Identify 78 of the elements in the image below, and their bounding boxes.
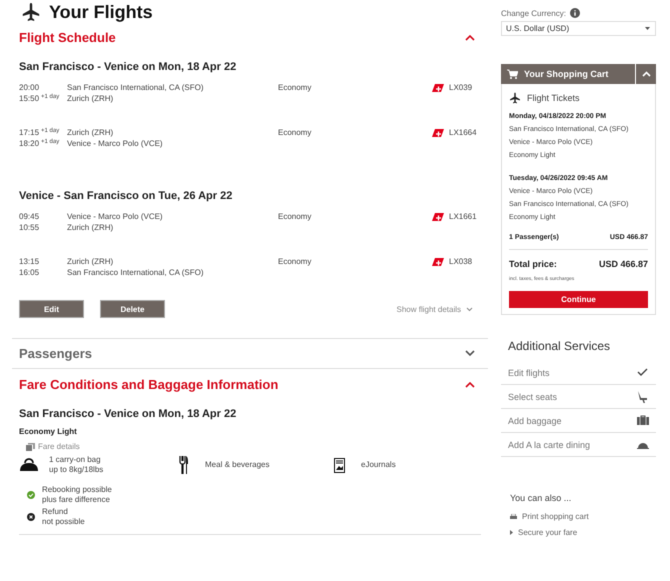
suitcase-icon bbox=[637, 414, 649, 426]
departure-time: 17:15 $^{+1 day}$ bbox=[19, 128, 60, 138]
section-heading[interactable]: Flight Schedule bbox=[19, 30, 116, 44]
side-link[interactable]: Secure your fare bbox=[518, 528, 578, 537]
feature-label: 1 carry-on bag up to 8kg/18lbs bbox=[49, 455, 104, 475]
cutlery-icon bbox=[179, 456, 189, 474]
fare-details-link[interactable]: Fare details bbox=[38, 442, 80, 451]
expand-chevron-icon[interactable] bbox=[465, 350, 475, 357]
arrival-airport: Zurich (ZRH) bbox=[67, 223, 114, 233]
service-item[interactable]: Add A la carte dining bbox=[501, 433, 656, 457]
journey-heading: Venice - San Francisco on Tue, 26 Apr 22 bbox=[19, 190, 234, 202]
cart-title: Your Shopping Cart bbox=[524, 69, 608, 79]
section-heading[interactable]: Fare Conditions and Baggage Information bbox=[19, 376, 278, 392]
journey-heading: San Francisco - Venice on Mon, 18 Apr 22 bbox=[19, 61, 238, 73]
cabin-class: Economy bbox=[278, 128, 312, 139]
continue-button[interactable]: Continue bbox=[509, 291, 648, 308]
edit-button[interactable]: Edit bbox=[19, 300, 84, 318]
dropdown-caret-icon bbox=[645, 27, 650, 30]
service-item[interactable]: Select seats bbox=[501, 385, 656, 409]
flight-number: LX039 bbox=[449, 83, 474, 94]
arrival-airport: Zurich (ZRH) bbox=[67, 94, 114, 104]
arrival-time: 16:05 bbox=[19, 268, 40, 278]
currency-label: Change Currency: bbox=[501, 8, 566, 18]
arrival-airport: San Francisco International, CA (SFO) bbox=[67, 268, 204, 278]
arrival-time: 10:55 bbox=[19, 223, 40, 233]
side-link[interactable]: Print shopping cart bbox=[522, 512, 589, 521]
flight-number: LX1664 bbox=[449, 128, 478, 139]
cart-icon bbox=[507, 69, 518, 79]
seat-icon bbox=[637, 390, 649, 402]
departure-airport: Zurich (ZRH) bbox=[67, 257, 114, 268]
cabin-class: Economy bbox=[278, 257, 312, 268]
checkmark-icon bbox=[637, 366, 649, 378]
airline-logo-icon bbox=[430, 127, 446, 139]
total-label: Total price: bbox=[509, 259, 557, 269]
feature-label: eJournals bbox=[361, 460, 396, 470]
tablet-icon bbox=[334, 458, 345, 472]
departure-airport: Zurich (ZRH) bbox=[67, 128, 114, 139]
collapse-chevron-icon[interactable] bbox=[465, 380, 475, 388]
flight-number: LX038 bbox=[449, 257, 474, 268]
page-title: Your Flights bbox=[49, 2, 153, 22]
airline-logo-icon bbox=[430, 211, 446, 223]
cabin-class: Economy bbox=[278, 212, 312, 223]
departure-time: 20:00 bbox=[19, 83, 40, 94]
condition-text: Rebooking possible plus fare difference bbox=[42, 484, 112, 506]
cart-section-title: Flight Tickets bbox=[527, 93, 580, 103]
show-details-link[interactable]: Show flight details bbox=[396, 304, 461, 314]
also-heading: You can also ... bbox=[510, 493, 572, 503]
arrival-time: 15:50 $^{+1 day}$ bbox=[19, 94, 60, 104]
section-heading[interactable]: Passengers bbox=[19, 346, 92, 361]
arrival-time: 18:20 $^{+1 day}$ bbox=[19, 139, 60, 149]
bag-icon bbox=[19, 458, 39, 472]
flight-number: LX1661 bbox=[449, 212, 478, 223]
condition-text: Refund not possible bbox=[42, 506, 85, 528]
departure-time: 09:45 bbox=[19, 212, 40, 223]
fare-name: Economy Light bbox=[19, 427, 78, 436]
service-item[interactable]: Add baggage bbox=[501, 409, 656, 433]
services-heading: Additional Services bbox=[508, 339, 612, 355]
delete-button[interactable]: Delete bbox=[100, 300, 165, 318]
airplane-icon bbox=[509, 92, 521, 104]
airline-logo-icon bbox=[430, 256, 446, 268]
departure-time: 13:15 bbox=[19, 257, 40, 268]
service-item[interactable]: Edit flights bbox=[501, 361, 656, 385]
triangle-right-icon bbox=[510, 530, 513, 535]
airplane-icon bbox=[21, 2, 41, 22]
departure-airport: San Francisco International, CA (SFO) bbox=[67, 83, 204, 94]
total-price: USD 466.87 bbox=[598, 259, 648, 269]
copy-icon bbox=[26, 442, 35, 450]
info-icon bbox=[570, 8, 580, 18]
printer-icon bbox=[510, 514, 517, 520]
currency-dropdown[interactable]: U.S. Dollar (USD) bbox=[501, 21, 656, 36]
chevron-down-icon bbox=[466, 306, 473, 312]
departure-airport: Venice - Marco Polo (VCE) bbox=[67, 212, 164, 223]
journey-heading: San Francisco - Venice on Mon, 18 Apr 22 bbox=[19, 408, 238, 420]
feature-label: Meal & beverages bbox=[205, 460, 270, 470]
collapse-chevron-icon[interactable] bbox=[465, 34, 475, 40]
cabin-class: Economy bbox=[278, 83, 312, 94]
airline-logo-icon bbox=[430, 82, 446, 94]
arrival-airport: Venice - Marco Polo (VCE) bbox=[67, 139, 164, 149]
